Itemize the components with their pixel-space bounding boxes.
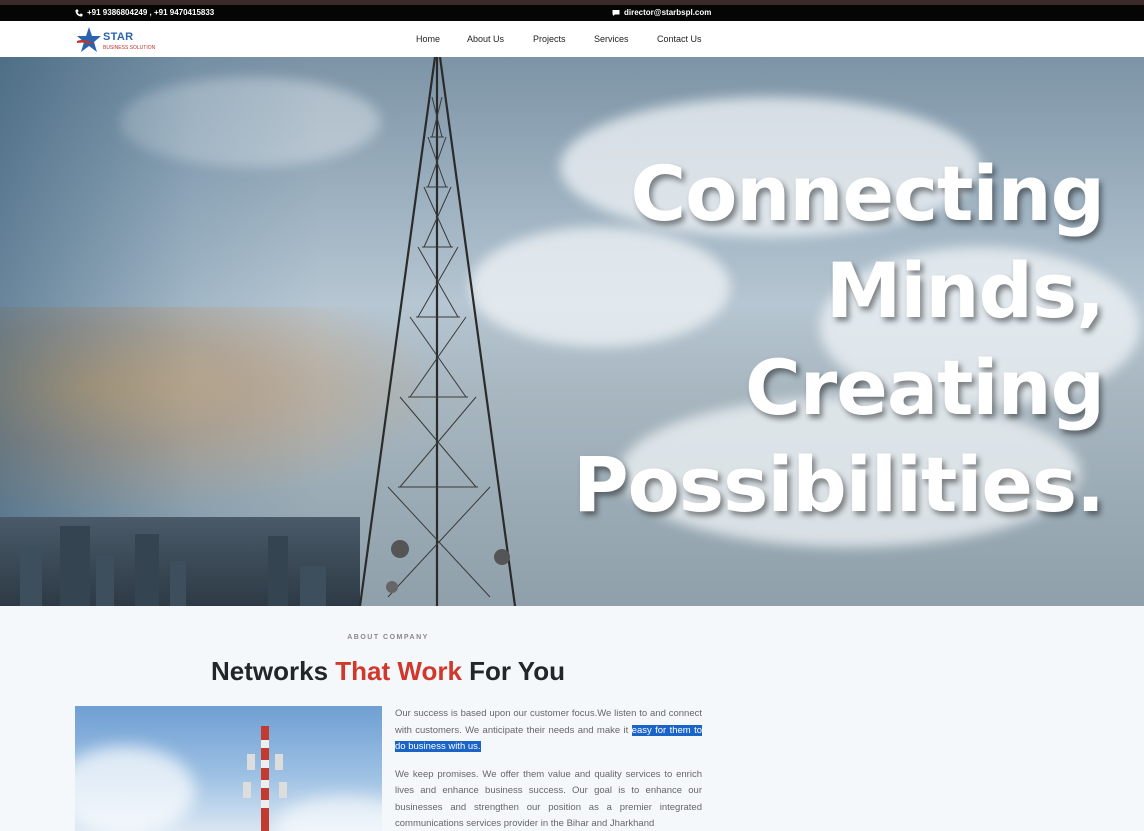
title-accent: That Work <box>335 656 462 686</box>
email-address: director@starbspl.com <box>624 8 712 17</box>
phone-icon <box>75 9 83 17</box>
hero-banner: Connecting Minds, Creating Possibilities… <box>0 57 1144 606</box>
message-icon <box>612 9 620 17</box>
brand-name: STAR <box>103 31 134 43</box>
nav-home[interactable]: Home <box>416 34 440 44</box>
about-text: Our success is based upon our customer f… <box>395 706 702 831</box>
top-contact-bar: +91 9386804249 , +91 9470415833 director… <box>0 0 1144 21</box>
main-navbar: STAR BUSINESS SOLUTION Home About Us Pro… <box>0 21 1144 57</box>
phone-numbers: +91 9386804249 , +91 9470415833 <box>87 8 215 17</box>
star-logo-icon <box>77 27 101 52</box>
phone-contact[interactable]: +91 9386804249 , +91 9470415833 <box>75 8 214 17</box>
about-tower-photo <box>75 706 382 831</box>
nav-contact[interactable]: Contact Us <box>657 34 702 44</box>
brand-logo[interactable]: STAR BUSINESS SOLUTION <box>75 26 165 54</box>
hero-line-2: Minds, <box>825 246 1105 335</box>
title-end: For You <box>461 656 565 686</box>
hero-line-1: Connecting <box>630 149 1105 238</box>
title-start: Networks <box>211 656 336 686</box>
nav-projects[interactable]: Projects <box>533 34 566 44</box>
about-paragraph-2: We keep promises. We offer them value an… <box>395 768 702 830</box>
email-contact[interactable]: director@starbspl.com <box>612 8 711 17</box>
hero-line-3: Creating <box>745 343 1105 432</box>
hero-line-4: Possibilities. <box>572 440 1105 529</box>
about-eyebrow: ABOUT COMPANY <box>347 634 429 641</box>
telecom-tower-image <box>358 57 517 606</box>
nav-about[interactable]: About Us <box>467 34 504 44</box>
nav-services[interactable]: Services <box>594 34 629 44</box>
about-title: Networks That Work For You <box>0 656 776 687</box>
hero-headline: Connecting Minds, Creating Possibilities… <box>572 145 1105 533</box>
city-skyline <box>0 517 360 606</box>
brand-tagline: BUSINESS SOLUTION <box>103 45 156 51</box>
about-paragraph-1: Our success is based upon our customer f… <box>395 706 702 756</box>
